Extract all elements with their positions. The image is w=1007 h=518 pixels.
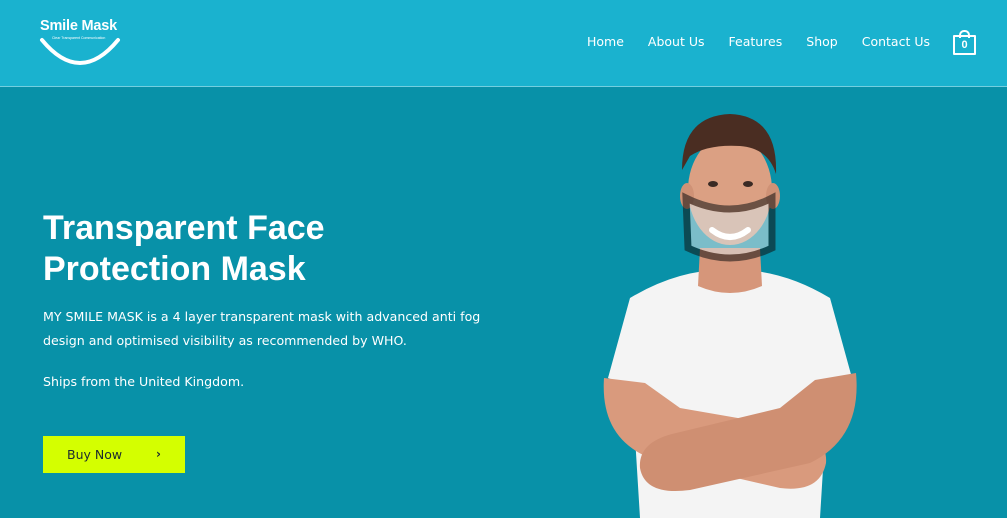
buy-now-button[interactable]: Buy Now › <box>43 436 185 473</box>
nav-features[interactable]: Features <box>729 34 783 49</box>
hero-model-image <box>603 114 857 518</box>
hero-title-line2: Protection Mask <box>43 250 306 288</box>
nav-home[interactable]: Home <box>587 34 624 49</box>
hero-title-line1: Transparent Face <box>43 209 325 247</box>
logo-text: Smile Mask <box>40 18 117 34</box>
nav-shop[interactable]: Shop <box>806 34 837 49</box>
hero-title: Transparent Face Protection Mask <box>43 208 443 290</box>
nav-about-us[interactable]: About Us <box>648 34 705 49</box>
hero-description: MY SMILE MASK is a 4 layer transparent m… <box>43 309 481 348</box>
site-header: Smile Mask Clear Transparent Communicati… <box>0 0 1007 87</box>
cart-icon[interactable]: 0 <box>953 30 976 55</box>
cart-count: 0 <box>953 35 976 55</box>
chevron-right-icon: › <box>156 447 161 461</box>
logo-tagline: Clear Transparent Communication <box>52 36 106 40</box>
hero-shipping-note: Ships from the United Kingdom. <box>43 374 245 389</box>
main-nav: Home About Us Features Shop Contact Us <box>563 34 930 49</box>
buy-now-label: Buy Now <box>67 447 123 462</box>
logo[interactable]: Smile Mask Clear Transparent Communicati… <box>38 14 122 70</box>
nav-contact-us[interactable]: Contact Us <box>862 34 930 49</box>
